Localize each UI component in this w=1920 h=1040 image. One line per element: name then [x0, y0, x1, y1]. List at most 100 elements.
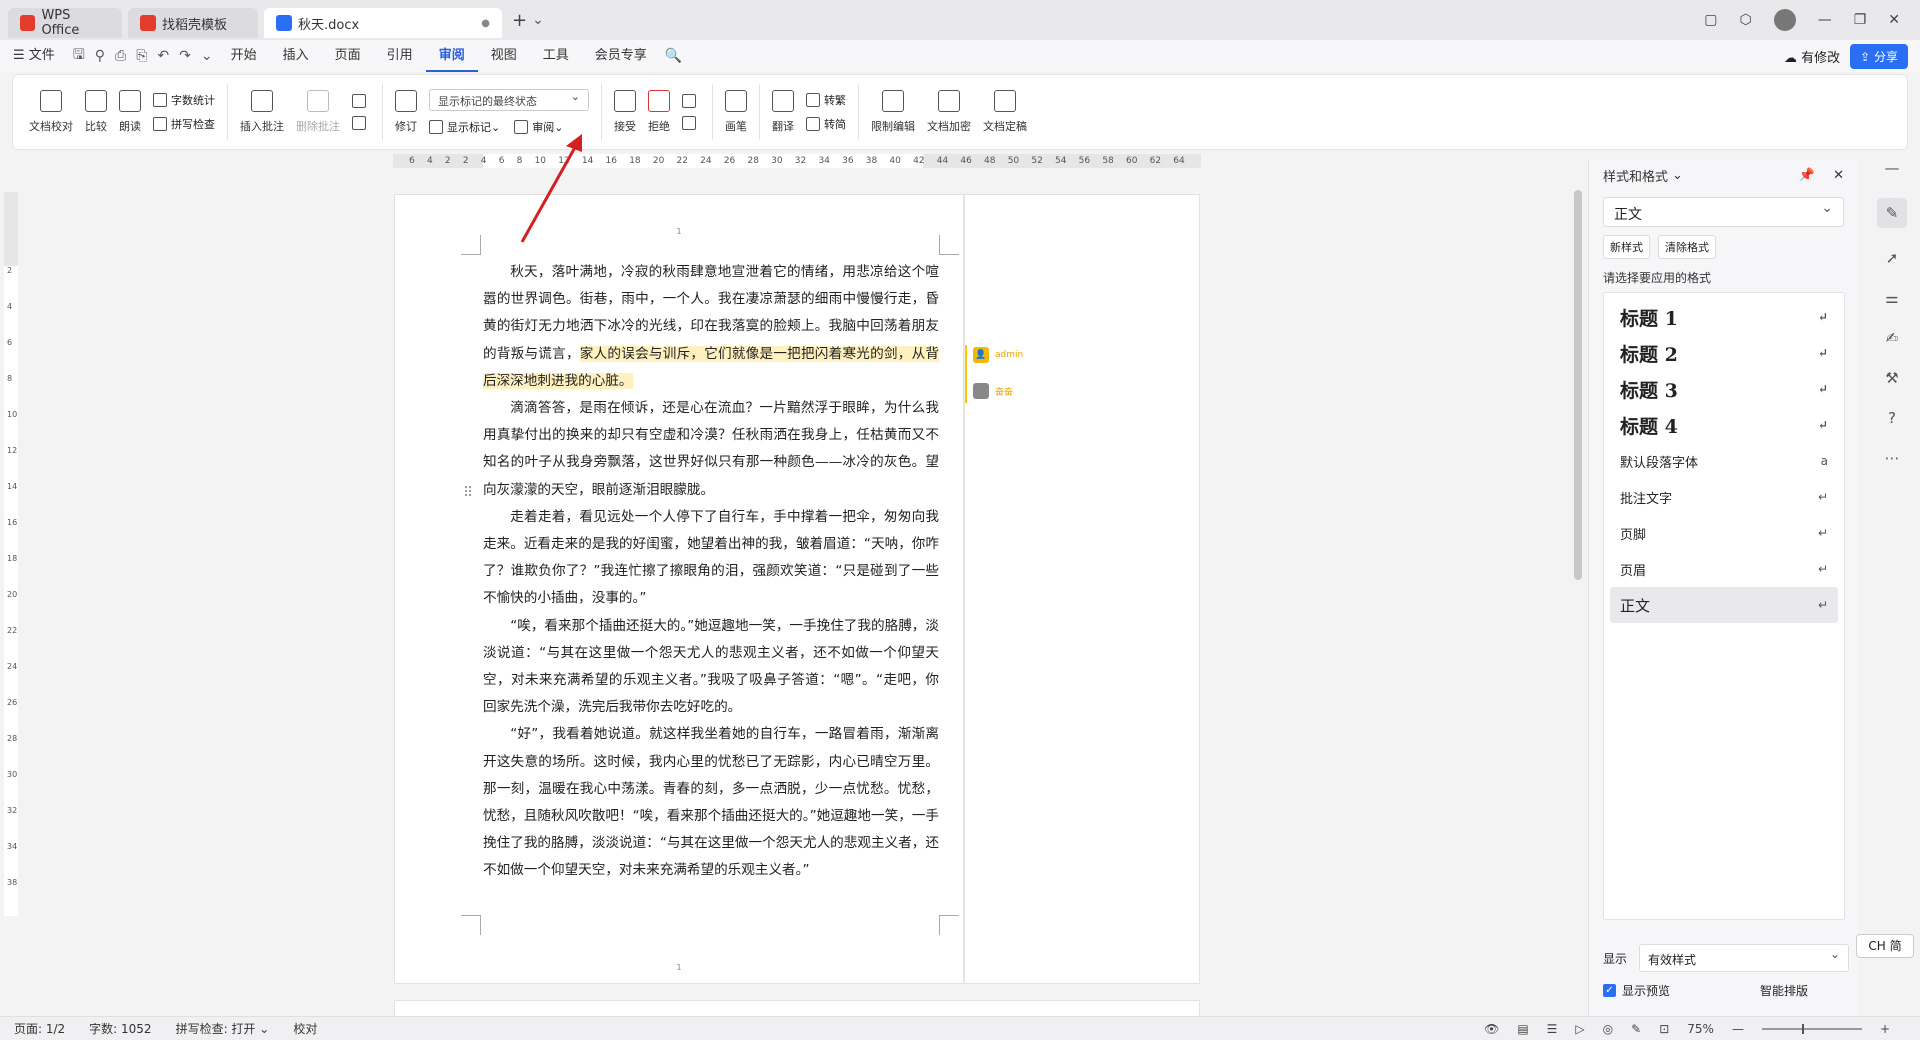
paragraph[interactable]: 秋天，落叶满地，冷寂的秋雨肆意地宣泄着它的情绪，用悲凉给这个喧嚣的世界调色。街巷… — [483, 259, 940, 395]
more-chevron-icon[interactable]: ⌄ — [201, 48, 213, 64]
next-comment-button[interactable] — [352, 116, 370, 130]
read-aloud-button[interactable]: 朗读 — [113, 80, 147, 144]
cube-icon[interactable]: ⬡ — [1739, 12, 1751, 28]
proofread-status[interactable]: 校对 — [293, 1020, 317, 1037]
undo-icon[interactable]: ↶ — [157, 48, 169, 64]
tab-document[interactable]: 秋天.docx ● — [264, 8, 502, 38]
style-item-header[interactable]: 页眉 ↵ — [1610, 551, 1838, 587]
style-item-heading3[interactable]: 标题 3 ↵ — [1610, 371, 1838, 407]
document-page-2[interactable] — [394, 1000, 1200, 1016]
redo-icon[interactable]: ↷ — [179, 48, 191, 64]
tab-tools[interactable]: 工具 — [530, 40, 582, 72]
accept-button[interactable]: 接受 — [608, 80, 642, 144]
style-list[interactable]: 标题 1 ↵ 标题 2 ↵ 标题 3 ↵ 标题 4 ↵ 默认段落字体 a 批注文字 ↵ 页脚… — [1603, 292, 1845, 920]
more-icon[interactable]: ⋯ — [1882, 448, 1902, 468]
tab-page[interactable]: 页面 — [322, 40, 374, 72]
new-style-button[interactable]: 新样式 — [1603, 235, 1650, 259]
drag-handle-icon[interactable]: ⠿ — [463, 485, 473, 501]
window-layout-icon[interactable]: ▢ — [1704, 12, 1717, 28]
close-icon[interactable]: ✕ — [1888, 12, 1900, 28]
current-style-select[interactable]: 正文 — [1603, 197, 1844, 227]
zoom-slider[interactable] — [1761, 1023, 1862, 1034]
file-menu[interactable]: ☰ 文件 — [0, 40, 68, 72]
paragraph[interactable]: “唉，看来那个插曲还挺大的。”她逗趣地一笑，一手挽住了我的胳膊，淡淡说道：“与其… — [483, 613, 939, 722]
style-item-heading2[interactable]: 标题 2 ↵ — [1610, 335, 1838, 371]
pen-button[interactable]: 画笔 — [719, 80, 753, 144]
comment-admin[interactable]: 👤 admin — [973, 347, 1023, 363]
proofread-button[interactable]: 文档校对 — [23, 80, 79, 144]
reject-button[interactable]: 拒绝 — [642, 80, 676, 144]
word-count-button[interactable]: 字数统计 — [153, 92, 215, 108]
pin-icon[interactable]: 📌 — [1799, 168, 1815, 183]
tools-icon[interactable]: ⚒ — [1882, 368, 1902, 388]
to-simplified-button[interactable]: 转简 — [806, 116, 846, 132]
style-item-heading4[interactable]: 标题 4 ↵ — [1610, 407, 1838, 443]
find-icon[interactable]: ⚲ — [95, 48, 105, 64]
share-button[interactable]: ⇪ 分享 — [1850, 43, 1908, 69]
close-icon[interactable]: ✕ — [1833, 168, 1844, 183]
vertical-scrollbar[interactable] — [1572, 170, 1584, 1016]
restore-icon[interactable]: ❐ — [1854, 12, 1867, 28]
web-view-icon[interactable]: ◎ — [1603, 1022, 1613, 1036]
scrollbar-thumb[interactable] — [1574, 190, 1582, 580]
select-cursor-icon[interactable]: ➚ — [1882, 248, 1902, 268]
style-brush-icon[interactable]: ✎ — [1877, 198, 1907, 228]
zoom-in-icon[interactable]: + — [1880, 1022, 1890, 1036]
fit-page-icon[interactable]: ⊡ — [1659, 1022, 1669, 1036]
page-view-icon[interactable]: ▤ — [1517, 1022, 1528, 1036]
word-count[interactable]: 字数: 1052 — [89, 1020, 151, 1037]
new-tab-button[interactable]: + — [512, 10, 527, 31]
play-icon[interactable]: ▷ — [1575, 1022, 1584, 1036]
minimize-icon[interactable]: — — [1818, 12, 1832, 28]
zoom-level[interactable]: 75% — [1687, 1022, 1714, 1036]
paragraph[interactable]: 走着走着，看见远处一个人停下了自行车，手中撑着一把伞，匆匆向我走来。近看走来的是… — [483, 504, 939, 613]
eye-icon[interactable]: 👁 — [1484, 1022, 1499, 1036]
avatar[interactable] — [1773, 9, 1796, 31]
spell-check-button[interactable]: 拼写检查 — [153, 116, 215, 132]
panel-title[interactable]: 样式和格式 — [1603, 166, 1668, 185]
has-changes-button[interactable]: ☁ 有修改 — [1784, 47, 1840, 66]
tab-insert[interactable]: 插入 — [270, 40, 322, 72]
page-indicator[interactable]: 页面: 1/2 — [14, 1020, 65, 1037]
edit-doc-icon[interactable]: ✍ — [1882, 328, 1902, 348]
style-item-normal[interactable]: 正文 ↵ — [1610, 587, 1838, 623]
vertical-ruler[interactable]: 2 4 6 8 10 12 14 16 18 20 22 24 26 28 30 32 34 38 — [4, 192, 18, 916]
zoom-out-icon[interactable]: — — [1732, 1022, 1744, 1036]
style-item-default-font[interactable]: 默认段落字体 a — [1610, 443, 1838, 479]
translate-button[interactable]: 翻译 — [766, 80, 800, 144]
tab-template[interactable]: 找稻壳模板 — [128, 8, 258, 38]
document-body[interactable]: 秋天，落叶满地，冷寂的秋雨肆意地宣泄着它的情绪，用悲凉给这个喧嚣的世界调色。街巷… — [483, 259, 940, 885]
prev-change-button[interactable] — [682, 94, 700, 108]
outline-view-icon[interactable]: ☰ — [1547, 1022, 1558, 1036]
unsaved-dot-icon[interactable]: ● — [481, 18, 490, 29]
adjust-sliders-icon[interactable]: ⚌ — [1882, 288, 1902, 308]
style-item-footer[interactable]: 页脚 ↵ — [1610, 515, 1838, 551]
tab-wps-office[interactable]: WPS Office — [8, 8, 122, 38]
paragraph[interactable]: 滴滴答答，是雨在倾诉，还是心在流血？一片黯然浮于眼眸，为什么我用真挚付出的换来的… — [483, 395, 939, 504]
show-preview-checkbox[interactable]: ✓ — [1603, 984, 1616, 997]
track-changes-button[interactable]: 修订 — [389, 80, 423, 144]
print-preview-icon[interactable]: ⎘ — [136, 48, 147, 64]
clear-format-button[interactable]: 清除格式 — [1658, 235, 1716, 259]
compare-button[interactable]: 比较 — [79, 80, 113, 144]
ime-indicator[interactable]: CH 简 — [1856, 934, 1914, 958]
horizontal-ruler[interactable]: 6 4 2 2 4 6 8 10 12 14 16 18 20 22 24 26 28 30 32 34 36 38 40 4… — [393, 154, 1201, 168]
to-traditional-button[interactable]: 转繁 — [806, 92, 846, 108]
tab-reference[interactable]: 引用 — [374, 40, 426, 72]
doc-finalize-button[interactable]: 文档定稿 — [977, 80, 1033, 144]
delete-comment-button[interactable]: 删除批注 — [290, 80, 346, 144]
comment-second[interactable]: 奋奋 — [973, 383, 1013, 399]
restrict-edit-button[interactable]: 限制编辑 — [865, 80, 921, 144]
chevron-down-icon[interactable]: ⌄ — [1672, 168, 1683, 183]
spell-check-status[interactable]: 拼写检查: 打开 ⌄ — [176, 1020, 270, 1037]
document-area[interactable]: 1 ⠿ 秋天，落叶满地，冷寂的秋雨肆意地宣泄着它的情绪，用悲凉给这个喧嚣的世界调… — [20, 170, 1572, 1016]
tab-review[interactable]: 审阅 — [425, 40, 478, 72]
next-change-button[interactable] — [682, 116, 700, 130]
style-item-comment-text[interactable]: 批注文字 ↵ — [1610, 479, 1838, 515]
tab-member[interactable]: 会员专享 — [582, 40, 660, 72]
chevron-down-icon[interactable]: ⌄ — [532, 12, 544, 28]
show-markup-button[interactable]: 显示标记 ⌄ — [429, 119, 500, 135]
tab-view[interactable]: 视图 — [478, 40, 530, 72]
doc-encrypt-button[interactable]: 文档加密 — [921, 80, 977, 144]
pen-mode-icon[interactable]: ✎ — [1631, 1022, 1641, 1036]
